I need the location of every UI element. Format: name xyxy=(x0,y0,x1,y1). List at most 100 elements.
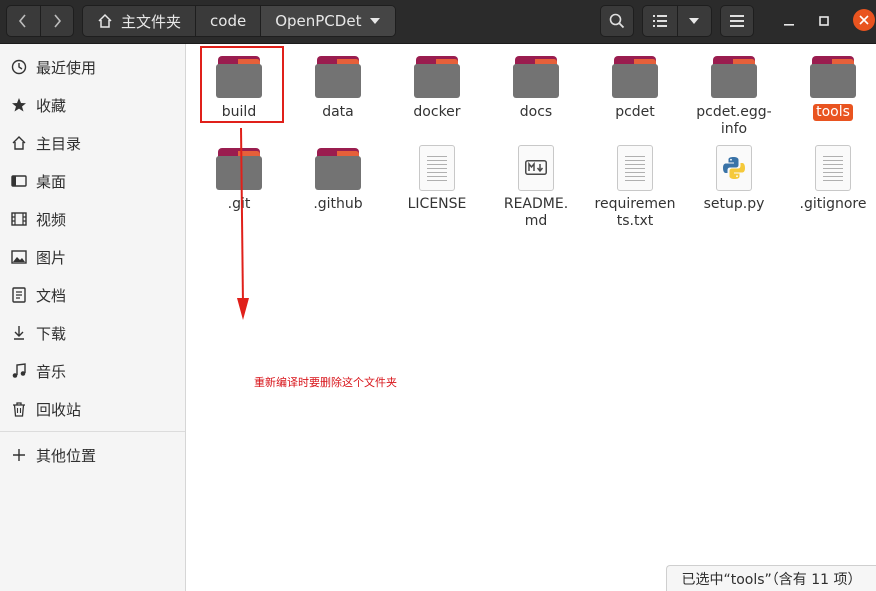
menu-button[interactable] xyxy=(720,5,754,37)
maximize-button[interactable] xyxy=(814,11,834,31)
text-file-icon xyxy=(413,144,461,192)
file-item-readme[interactable]: README. md xyxy=(491,144,581,230)
hamburger-icon xyxy=(730,15,744,27)
sidebar-item-label: 桌面 xyxy=(36,172,67,191)
python-file-icon xyxy=(710,144,758,192)
document-icon xyxy=(11,287,27,303)
sidebar-item-trash[interactable]: 回收站 xyxy=(0,390,185,428)
file-item-setup-py[interactable]: setup.py xyxy=(689,144,779,213)
breadcrumb-label: 主文件夹 xyxy=(121,12,182,31)
file-item-git[interactable]: .git xyxy=(194,144,284,213)
download-icon xyxy=(11,325,27,341)
file-name: .gitignore xyxy=(799,196,867,212)
view-toggle xyxy=(642,5,712,37)
folder-icon xyxy=(314,52,362,100)
file-name: LICENSE xyxy=(407,196,467,212)
file-name: pcdet.egg- info xyxy=(696,104,772,137)
text-file-icon xyxy=(809,144,857,192)
sidebar-item-label: 主目录 xyxy=(36,134,82,153)
file-name: pcdet xyxy=(615,104,655,120)
minimize-icon xyxy=(784,24,794,26)
file-name: .git xyxy=(227,196,251,212)
sidebar-item-label: 图片 xyxy=(36,248,67,267)
video-icon xyxy=(11,211,27,227)
folder-icon xyxy=(413,52,461,100)
list-icon xyxy=(652,15,667,27)
sidebar-item-desktop[interactable]: 桌面 xyxy=(0,162,185,200)
trash-icon xyxy=(11,401,27,417)
folder-icon xyxy=(710,52,758,100)
sidebar-item-label: 收藏 xyxy=(36,96,67,115)
plus-icon xyxy=(11,447,27,463)
breadcrumb-code[interactable]: code xyxy=(195,6,260,36)
sidebar-item-label: 回收站 xyxy=(36,400,82,419)
file-name: README. md xyxy=(503,196,569,229)
file-item-requirements[interactable]: requiremen ts.txt xyxy=(590,144,680,230)
sidebar-item-home[interactable]: 主目录 xyxy=(0,124,185,162)
sidebar-item-pictures[interactable]: 图片 xyxy=(0,238,185,276)
breadcrumb-label: code xyxy=(210,12,247,30)
sidebar: 最近使用 收藏 主目录 桌面 视频 图片 文档 下载 音乐 回收站 其他位置 xyxy=(0,44,186,591)
file-name: requiremen ts.txt xyxy=(594,196,676,229)
sidebar-item-starred[interactable]: 收藏 xyxy=(0,86,185,124)
chevron-down-icon xyxy=(370,18,381,24)
folder-icon xyxy=(215,144,263,192)
list-view-button[interactable] xyxy=(643,6,677,36)
file-item-data[interactable]: data xyxy=(293,52,383,121)
home-icon xyxy=(98,13,112,28)
file-item-pcdet[interactable]: pcdet xyxy=(590,52,680,121)
sidebar-item-label: 文档 xyxy=(36,286,67,305)
sidebar-item-other-locations[interactable]: 其他位置 xyxy=(0,436,185,474)
sidebar-item-videos[interactable]: 视频 xyxy=(0,200,185,238)
maximize-icon xyxy=(819,16,829,26)
search-button[interactable] xyxy=(600,5,634,37)
file-item-docker[interactable]: docker xyxy=(392,52,482,121)
home-icon xyxy=(11,135,27,151)
annotation-text: 重新编译时要删除这个文件夹 xyxy=(254,376,397,389)
file-item-github[interactable]: .github xyxy=(293,144,383,213)
sidebar-item-label: 视频 xyxy=(36,210,67,229)
folder-icon xyxy=(611,52,659,100)
music-icon xyxy=(11,363,27,379)
sidebar-item-music[interactable]: 音乐 xyxy=(0,352,185,390)
forward-button[interactable] xyxy=(39,6,74,36)
annotation-highlight-box xyxy=(200,46,284,123)
sidebar-item-recent[interactable]: 最近使用 xyxy=(0,48,185,86)
breadcrumb-current[interactable]: OpenPCDet xyxy=(260,6,396,36)
status-label: 已选中“tools”（含有 11 项） xyxy=(666,565,876,591)
chevron-right-icon xyxy=(54,14,61,28)
clock-icon xyxy=(11,59,27,75)
breadcrumb: 主文件夹 code OpenPCDet xyxy=(82,5,397,37)
chevron-left-icon xyxy=(19,14,26,28)
file-item-docs[interactable]: docs xyxy=(491,52,581,121)
file-item-tools[interactable]: tools xyxy=(788,52,876,121)
sidebar-item-documents[interactable]: 文档 xyxy=(0,276,185,314)
file-name: tools xyxy=(813,104,853,121)
sidebar-item-label: 最近使用 xyxy=(36,58,97,77)
desktop-icon xyxy=(11,173,27,189)
file-name: .github xyxy=(313,196,363,212)
back-button[interactable] xyxy=(7,6,40,36)
breadcrumb-label: OpenPCDet xyxy=(275,12,362,30)
folder-icon xyxy=(809,52,857,100)
file-item-license[interactable]: LICENSE xyxy=(392,144,482,213)
file-name: docs xyxy=(519,104,553,120)
minimize-button[interactable] xyxy=(779,11,799,31)
star-icon xyxy=(11,97,27,113)
sidebar-item-downloads[interactable]: 下载 xyxy=(0,314,185,352)
status-text: 已选中“tools”（含有 11 项） xyxy=(681,571,862,588)
breadcrumb-home[interactable]: 主文件夹 xyxy=(83,6,195,36)
file-name: data xyxy=(322,104,354,120)
file-name: setup.py xyxy=(703,196,765,212)
sidebar-divider xyxy=(0,431,185,432)
file-item-gitignore[interactable]: .gitignore xyxy=(788,144,876,213)
folder-icon xyxy=(314,144,362,192)
view-options-button[interactable] xyxy=(676,6,712,36)
folder-icon xyxy=(512,52,560,100)
close-button[interactable] xyxy=(853,9,875,31)
header-bar: 主文件夹 code OpenPCDet xyxy=(0,0,876,44)
chevron-down-icon xyxy=(689,18,700,24)
markdown-file-icon xyxy=(512,144,560,192)
nav-buttons xyxy=(6,5,74,37)
file-item-pcdet-egg-info[interactable]: pcdet.egg- info xyxy=(689,52,779,138)
